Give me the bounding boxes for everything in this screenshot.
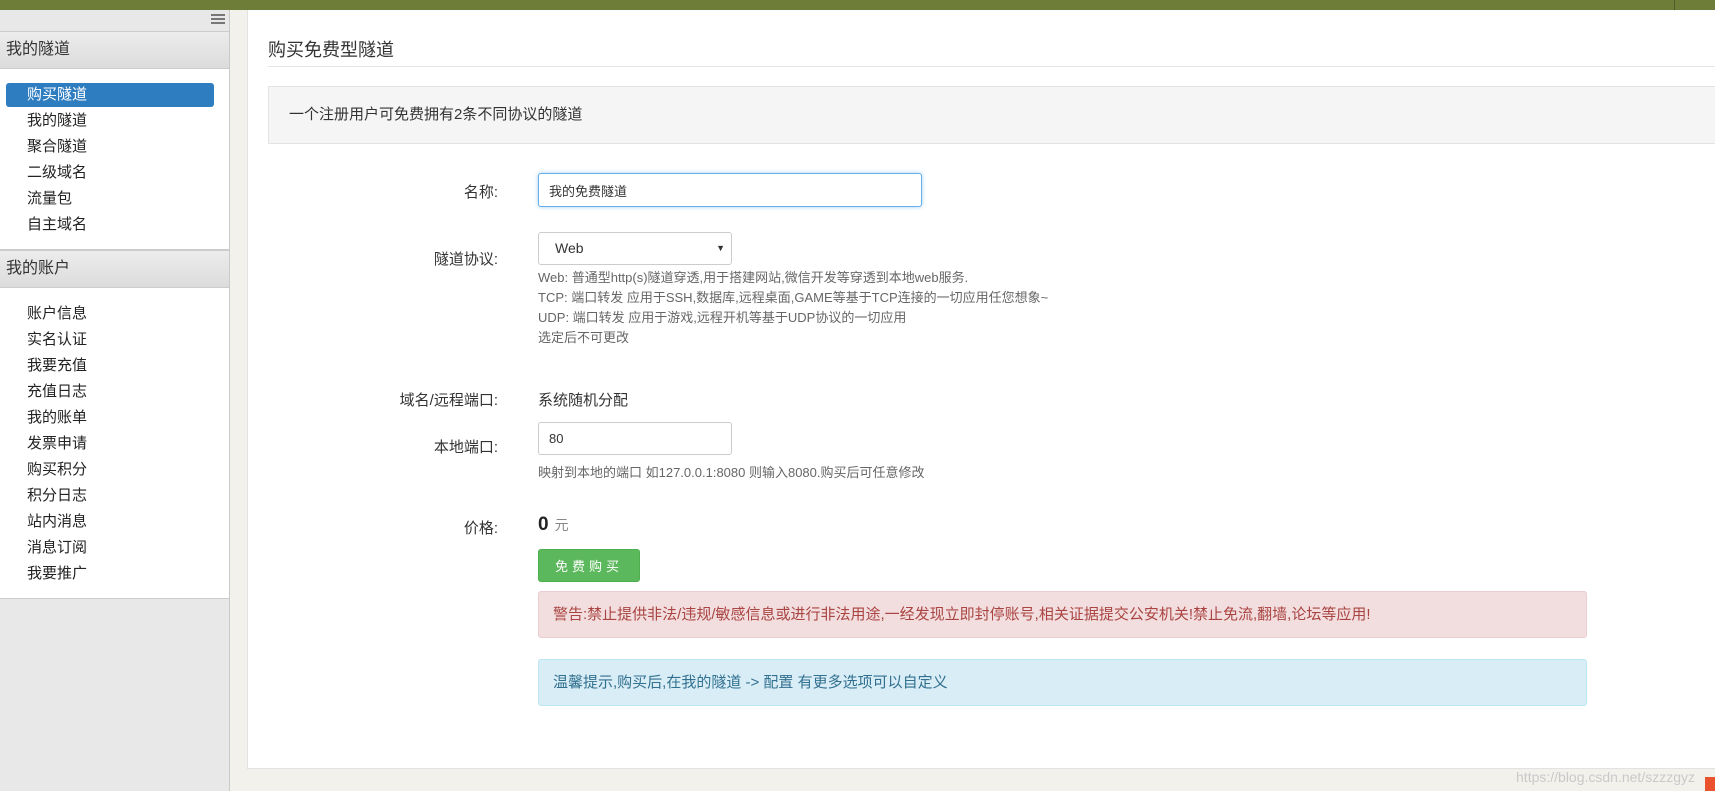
sidebar-item-custom-domain[interactable]: 自主域名 bbox=[6, 213, 214, 237]
price-unit: 元 bbox=[554, 517, 569, 533]
sidebar-item-my-tunnels[interactable]: 我的隧道 bbox=[6, 109, 214, 133]
sidebar-item-invoice[interactable]: 发票申请 bbox=[6, 432, 214, 456]
protocol-help-web: Web: 普通型http(s)隧道穿透,用于搭建网站,微信开发等穿透到本地web… bbox=[538, 270, 969, 285]
top-bar-marker bbox=[1674, 0, 1675, 10]
top-bar bbox=[0, 0, 1715, 10]
warning-alert: 警告:禁止提供非法/违规/敏感信息或进行非法用途,一经发现立即封停账号,相关证据… bbox=[538, 591, 1587, 638]
domain-value: 系统随机分配 bbox=[538, 392, 629, 409]
name-input[interactable] bbox=[538, 173, 922, 207]
watermark: https://blog.csdn.net/szzzgyz bbox=[1516, 769, 1695, 785]
protocol-select[interactable]: Web ▼ bbox=[538, 232, 732, 265]
name-label: 名称: bbox=[463, 184, 498, 201]
sidebar-item-messages[interactable]: 站内消息 bbox=[6, 510, 214, 534]
sidebar-item-subscriptions[interactable]: 消息订阅 bbox=[6, 536, 214, 560]
sidebar-menu-tunnels: 购买隧道 我的隧道 聚合隧道 二级域名 流量包 自主域名 bbox=[0, 69, 229, 249]
local-port-help: 映射到本地的端口 如127.0.0.1:8080 则输入8080.购买后可任意修… bbox=[538, 465, 925, 480]
sidebar-section-account: 我的账户 账户信息 实名认证 我要充值 充值日志 我的账单 发票申请 购买积分 … bbox=[0, 250, 229, 599]
tip-alert: 温馨提示,购买后,在我的隧道 -> 配置 有更多选项可以自定义 bbox=[538, 659, 1587, 706]
sidebar-item-traffic-pack[interactable]: 流量包 bbox=[6, 187, 214, 211]
local-port-input[interactable] bbox=[538, 422, 732, 455]
sidebar-item-buy-points[interactable]: 购买积分 bbox=[6, 458, 214, 482]
free-tunnel-notice: 一个注册用户可免费拥有2条不同协议的隧道 bbox=[268, 86, 1715, 144]
protocol-label: 隧道协议: bbox=[433, 251, 498, 268]
protocol-help-udp: UDP: 端口转发 应用于游戏,远程开机等基于UDP协议的一切应用 bbox=[538, 310, 907, 325]
menu-collapse-icon[interactable] bbox=[211, 12, 225, 24]
sidebar-item-buy-tunnel[interactable]: 购买隧道 bbox=[6, 83, 214, 107]
sidebar-item-points-log[interactable]: 积分日志 bbox=[6, 484, 214, 508]
page-title: 购买免费型隧道 bbox=[268, 40, 394, 60]
main-panel: 购买免费型隧道 一个注册用户可免费拥有2条不同协议的隧道 名称: 隧道协议: W… bbox=[247, 10, 1715, 769]
sidebar-item-real-name-auth[interactable]: 实名认证 bbox=[6, 328, 214, 352]
price-value: 0 bbox=[538, 514, 549, 535]
protocol-selected-value: Web bbox=[555, 240, 584, 256]
sidebar: 我的隧道 购买隧道 我的隧道 聚合隧道 二级域名 流量包 自主域名 我的账户 账… bbox=[0, 10, 230, 791]
domain-label: 域名/远程端口: bbox=[399, 392, 498, 409]
sidebar-item-aggregate-tunnels[interactable]: 聚合隧道 bbox=[6, 135, 214, 159]
protocol-help-tcp: TCP: 端口转发 应用于SSH,数据库,远程桌面,GAME等基于TCP连接的一… bbox=[538, 290, 1049, 305]
protocol-help-note: 选定后不可更改 bbox=[538, 330, 630, 345]
sidebar-item-subdomain[interactable]: 二级域名 bbox=[6, 161, 214, 185]
sidebar-section-title: 我的隧道 bbox=[0, 31, 229, 69]
price-label: 价格: bbox=[463, 520, 498, 537]
sidebar-menu-account: 账户信息 实名认证 我要充值 充值日志 我的账单 发票申请 购买积分 积分日志 … bbox=[0, 288, 229, 598]
sidebar-item-my-bills[interactable]: 我的账单 bbox=[6, 406, 214, 430]
free-buy-button[interactable]: 免费购买 bbox=[538, 549, 640, 582]
sidebar-item-promotion[interactable]: 我要推广 bbox=[6, 562, 214, 586]
price-display: 0元 bbox=[538, 514, 569, 536]
protocol-help: Web: 普通型http(s)隧道穿透,用于搭建网站,微信开发等穿透到本地web… bbox=[538, 268, 1048, 348]
sidebar-item-recharge[interactable]: 我要充值 bbox=[6, 354, 214, 378]
sidebar-section-tunnels: 我的隧道 购买隧道 我的隧道 聚合隧道 二级域名 流量包 自主域名 bbox=[0, 31, 229, 250]
sidebar-item-account-info[interactable]: 账户信息 bbox=[6, 302, 214, 326]
local-port-label: 本地端口: bbox=[433, 439, 498, 456]
title-divider bbox=[268, 66, 1715, 67]
sidebar-item-recharge-log[interactable]: 充值日志 bbox=[6, 380, 214, 404]
sidebar-section-title: 我的账户 bbox=[0, 250, 229, 288]
corner-badge bbox=[1705, 777, 1715, 791]
chevron-down-icon: ▼ bbox=[716, 243, 725, 253]
